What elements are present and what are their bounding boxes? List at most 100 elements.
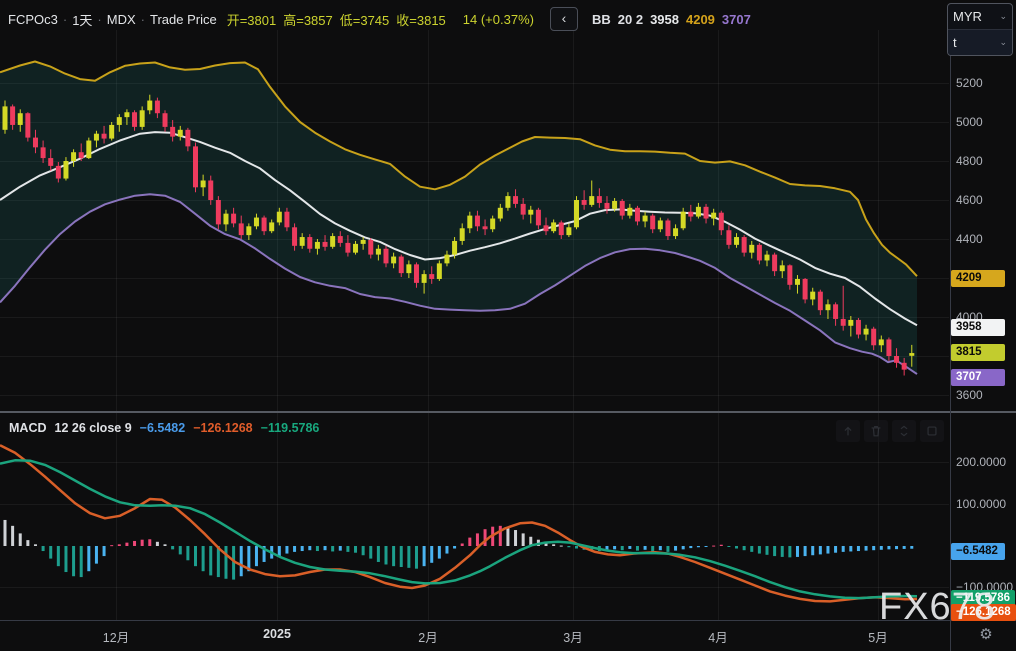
histogram-bar (26, 540, 29, 546)
candle-body (551, 222, 556, 231)
histogram-bar (910, 546, 913, 549)
currency-dropdown[interactable]: MYR ⌄ (948, 4, 1012, 29)
candle-body (536, 210, 541, 226)
back-button[interactable]: ‹ (550, 7, 578, 31)
histogram-bar (735, 546, 738, 549)
candle-body (467, 216, 472, 229)
candle-body (490, 219, 495, 230)
candle-body (429, 274, 434, 279)
candle-body (223, 214, 228, 225)
bb-indicator-legend[interactable]: BB 20 2 3958 4209 3707 (592, 12, 751, 27)
collapse-pane-button[interactable] (892, 420, 916, 442)
candle-body (757, 245, 762, 261)
histogram-bar (773, 546, 776, 556)
candle-body (109, 125, 114, 139)
histogram-bar (285, 546, 288, 554)
macd-title: MACD (9, 421, 47, 435)
histogram-bar (164, 544, 167, 546)
candle-body (627, 208, 632, 216)
histogram-bar (103, 546, 106, 556)
histogram-bar (179, 546, 182, 554)
histogram-bar (339, 546, 342, 551)
macd-badge: −6.5482 (951, 543, 1005, 560)
candle-body (71, 152, 76, 161)
time-label-3月: 3月 (563, 627, 582, 646)
histogram-bar (750, 546, 753, 552)
candle-body (483, 226, 488, 229)
histogram-bar (255, 546, 258, 566)
histogram-bar (453, 546, 456, 549)
histogram-bar (644, 546, 647, 550)
candle-body (94, 134, 99, 141)
candle-body (56, 166, 61, 179)
candle-body (155, 101, 160, 114)
candle-body (10, 106, 15, 125)
histogram-bar (445, 546, 448, 554)
move-pane-up-button[interactable] (836, 420, 860, 442)
candle-body (894, 356, 899, 363)
histogram-bar (811, 546, 814, 555)
bollinger-bands (0, 62, 917, 375)
histogram-bar (865, 546, 868, 551)
pane-separator[interactable] (0, 411, 1016, 413)
ohlc-item: 收=3815 (396, 13, 446, 28)
symbol-name[interactable]: FCPOc3 (8, 12, 58, 27)
candle-body (818, 292, 823, 311)
macd-indicator-legend[interactable]: MACD 12 26 close 9 −6.5482 −126.1268 −11… (9, 421, 319, 435)
candle-body (841, 319, 846, 326)
histogram-bar (819, 546, 822, 554)
maximize-pane-button[interactable] (920, 420, 944, 442)
histogram-bar (377, 546, 380, 562)
time-label-2月: 2月 (418, 627, 437, 646)
interval-label[interactable]: 1天 (72, 10, 92, 29)
candle-body (368, 240, 373, 255)
candle-body (338, 236, 343, 243)
histogram-bar (362, 546, 365, 555)
chart-canvas[interactable] (0, 0, 1016, 651)
candle-body (345, 243, 350, 253)
candle-body (582, 200, 587, 205)
histogram-bar (438, 546, 441, 559)
candle-body (384, 249, 389, 264)
macd-line-value: −126.1268 (193, 421, 252, 435)
candle-body (749, 245, 754, 253)
candle-body (460, 228, 465, 241)
candle-body (170, 127, 175, 137)
histogram-bar (316, 546, 319, 551)
histogram-bar (514, 530, 517, 546)
histogram-bar (522, 533, 525, 546)
histogram-bar (125, 543, 128, 546)
candle-body (635, 208, 640, 222)
histogram-bar (758, 546, 761, 554)
histogram-bar (727, 546, 730, 547)
candle-body (795, 279, 800, 285)
histogram-bar (484, 529, 487, 546)
time-label-2025: 2025 (263, 627, 291, 641)
macd-signal-value: −119.5786 (261, 421, 320, 435)
candle-body (193, 146, 198, 187)
histogram-bar (392, 546, 395, 566)
candle-body (787, 265, 792, 285)
unit-dropdown[interactable]: t ⌄ (948, 29, 1012, 55)
price-tick-5000: 5000 (956, 115, 983, 129)
candle-body (848, 320, 853, 326)
histogram-bar (887, 546, 890, 549)
macd-histogram (4, 520, 914, 580)
histogram-bar (171, 546, 174, 549)
price-type-label: Trade Price (150, 12, 217, 27)
candle-body (18, 113, 23, 125)
histogram-bar (385, 546, 388, 564)
chevron-down-icon: ⌄ (999, 11, 1007, 22)
candle-body (300, 237, 305, 246)
candle-body (422, 274, 427, 283)
candle-body (688, 212, 693, 217)
candle-body (140, 110, 145, 127)
histogram-bar (369, 546, 372, 559)
symbol-legend[interactable]: FCPOc3 · 1天 · MDX · Trade Price 开=3801高=… (8, 7, 751, 31)
candle-body (163, 113, 168, 127)
candle-body (597, 196, 602, 203)
price-tick-4800: 4800 (956, 154, 983, 168)
delete-pane-button[interactable] (864, 420, 888, 442)
macd-params: 12 26 close 9 (55, 421, 132, 435)
ohlc-item: 高=3857 (283, 13, 333, 28)
